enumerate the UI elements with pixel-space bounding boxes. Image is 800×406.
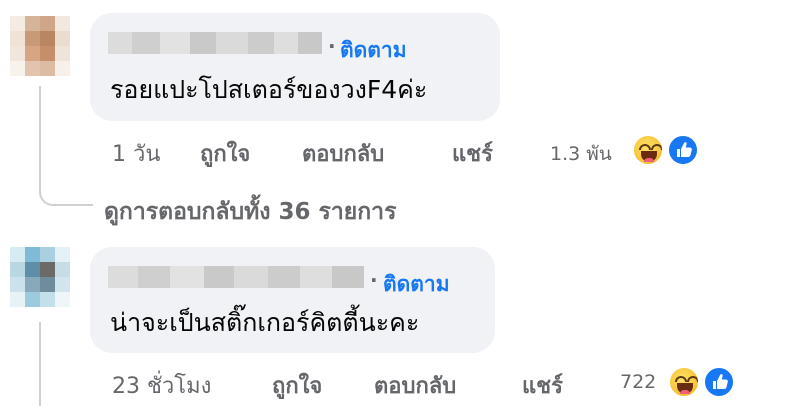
like-button[interactable]: ถูกใจ (200, 136, 250, 171)
avatar[interactable] (10, 247, 70, 307)
share-button[interactable]: แชร์ (522, 368, 563, 403)
comment-time[interactable]: 23 ชั่วโมง (112, 368, 211, 403)
share-button[interactable]: แชร์ (452, 136, 493, 171)
follow-button[interactable]: ติดตาม (383, 268, 450, 301)
like-button[interactable]: ถูกใจ (272, 368, 322, 403)
separator-dot: · (370, 268, 378, 292)
avatar[interactable] (10, 16, 70, 76)
thumbs-up-like-icon[interactable] (667, 134, 699, 166)
comment-text: น่าจะเป็นสติ๊กเกอร์คิตตี้นะคะ (110, 308, 420, 337)
thumbs-up-like-icon[interactable] (703, 366, 735, 398)
author-name-redacted[interactable] (108, 266, 364, 288)
thread-line (39, 322, 41, 406)
author-name-redacted[interactable] (108, 32, 322, 54)
reply-button[interactable]: ตอบกลับ (302, 136, 384, 171)
laughing-emoji-icon[interactable] (632, 134, 664, 166)
reaction-count[interactable]: 722 (620, 371, 656, 393)
view-replies-link[interactable]: ดูการตอบกลับทั้ง 36 รายการ (104, 194, 396, 230)
reaction-count[interactable]: 1.3 พัน (550, 139, 612, 169)
comment-text: รอยแปะโปสเตอร์ของวงF4ค่ะ (110, 75, 428, 104)
separator-dot: · (328, 34, 336, 58)
follow-button[interactable]: ติดตาม (340, 34, 407, 67)
laughing-emoji-icon[interactable] (668, 366, 700, 398)
reply-button[interactable]: ตอบกลับ (374, 368, 456, 403)
thread-curve (39, 170, 93, 206)
comment-time[interactable]: 1 วัน (112, 136, 160, 171)
